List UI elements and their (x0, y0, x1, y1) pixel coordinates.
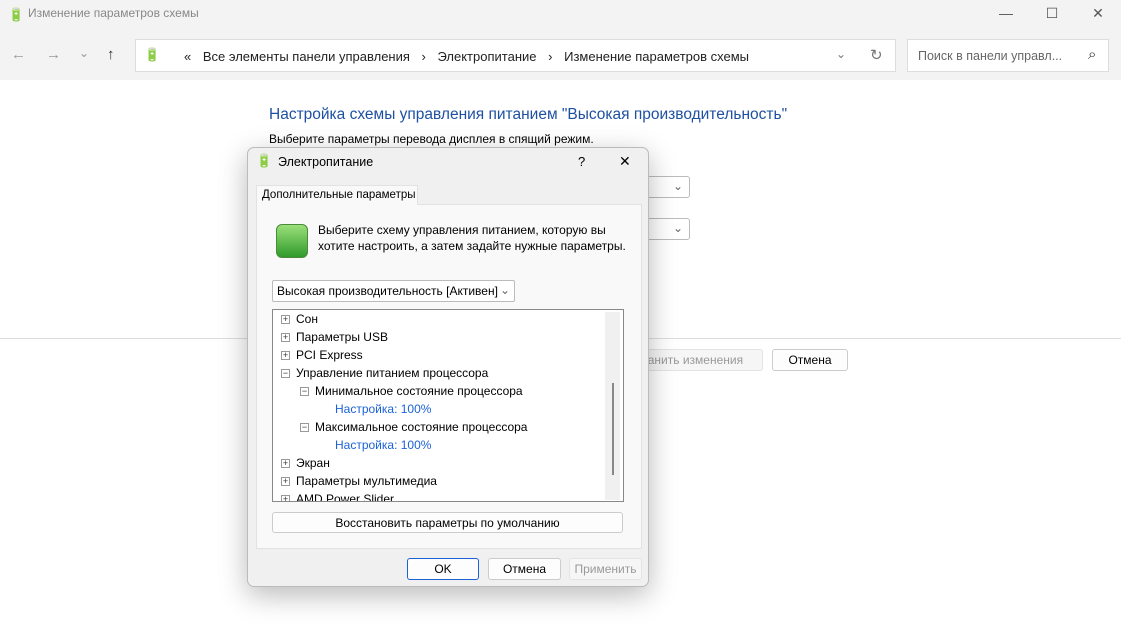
help-button[interactable]: ? (578, 154, 585, 169)
max-cpu-setting[interactable]: Настройка: 100% (335, 438, 431, 452)
address-dropdown-icon[interactable]: ⌄ (836, 47, 846, 61)
expand-icon[interactable]: + (281, 333, 290, 343)
address-bar[interactable]: 🔋 « Все элементы панели управления › Эле… (135, 39, 896, 72)
power-options-dialog: 🔋 Электропитание ? ✕ Дополнительные пара… (247, 147, 649, 587)
tree-item-sleep[interactable]: + Сон (281, 312, 318, 326)
dialog-title: Электропитание (278, 155, 374, 169)
breadcrumb-edit-plan[interactable]: Изменение параметров схемы (564, 49, 749, 64)
search-input[interactable]: Поиск в панели управл... ⌕ (907, 39, 1109, 72)
breadcrumb-overflow[interactable]: « (184, 49, 191, 64)
forward-button[interactable]: → (46, 46, 61, 63)
apply-button[interactable]: Применить (569, 558, 642, 580)
tree-item-max-cpu[interactable]: − Максимальное состояние процессора (300, 420, 527, 434)
up-button[interactable]: ↑ (107, 46, 115, 63)
expand-icon[interactable]: + (281, 351, 290, 361)
tree-item-display[interactable]: + Экран (281, 456, 330, 470)
settings-tree[interactable]: + Сон + Параметры USB + PCI Express − Управл… (272, 309, 624, 502)
power-icon: 🔋 (256, 153, 273, 168)
power-icon: 🔋 (8, 7, 25, 22)
minimize-button[interactable]: — (983, 0, 1029, 28)
dialog-close-button[interactable]: ✕ (619, 153, 631, 170)
breadcrumb-separator[interactable]: › (422, 49, 426, 64)
dialog-description: Выберите схему управления питанием, кото… (318, 223, 626, 253)
ok-button[interactable]: OK (407, 558, 479, 580)
dialog-cancel-button[interactable]: Отмена (488, 558, 561, 580)
search-icon[interactable]: ⌕ (1088, 46, 1096, 63)
collapse-icon[interactable]: − (281, 369, 290, 379)
tree-item-pci-express[interactable]: + PCI Express (281, 348, 363, 362)
scrollbar-thumb[interactable] (612, 383, 614, 475)
restore-defaults-button[interactable]: Восстановить параметры по умолчанию (272, 512, 623, 533)
tab-advanced[interactable]: Дополнительные параметры (256, 185, 418, 205)
tree-item-min-cpu[interactable]: − Минимальное состояние процессора (300, 384, 523, 398)
expand-icon[interactable]: + (281, 495, 290, 501)
breadcrumb-power[interactable]: Электропитание (438, 49, 537, 64)
recent-locations-button[interactable]: ⌄ (79, 46, 89, 60)
tree-item-usb[interactable]: + Параметры USB (281, 330, 388, 344)
expand-icon[interactable]: + (281, 459, 290, 469)
collapse-icon[interactable]: − (300, 423, 309, 433)
page-subtitle: Выберите параметры перевода дисплея в сп… (269, 132, 594, 146)
battery-plug-icon (276, 224, 308, 258)
maximize-button[interactable]: ☐ (1029, 0, 1075, 28)
search-placeholder: Поиск в панели управл... (918, 49, 1063, 63)
plan-select[interactable]: Высокая производительность [Активен] ⌄ (272, 280, 515, 302)
breadcrumb-all-items[interactable]: Все элементы панели управления (203, 49, 410, 64)
close-button[interactable]: ✕ (1075, 0, 1121, 28)
min-cpu-setting[interactable]: Настройка: 100% (335, 402, 431, 416)
breadcrumb: « Все элементы панели управления › Элект… (184, 49, 757, 64)
plan-select-value: Высокая производительность [Активен] (277, 284, 498, 298)
collapse-icon[interactable]: − (300, 387, 309, 397)
chevron-down-icon: ⌄ (499, 283, 510, 297)
refresh-icon[interactable]: ↻ (870, 46, 883, 64)
title-bar: 🔋 Изменение параметров схемы — ☐ ✕ (0, 0, 1121, 32)
page-title: Настройка схемы управления питанием "Выс… (269, 106, 788, 123)
tree-item-multimedia[interactable]: + Параметры мультимедиа (281, 474, 437, 488)
power-icon: 🔋 (144, 47, 161, 62)
expand-icon[interactable]: + (281, 477, 290, 487)
window-title: Изменение параметров схемы (28, 6, 199, 20)
expand-icon[interactable]: + (281, 315, 290, 325)
tree-item-cpu-power[interactable]: − Управление питанием процессора (281, 366, 488, 380)
back-button[interactable]: ← (11, 46, 26, 63)
tree-item-amd-power-slider[interactable]: + AMD Power Slider (281, 492, 394, 501)
cancel-button[interactable]: Отмена (772, 349, 848, 371)
breadcrumb-separator[interactable]: › (548, 49, 552, 64)
